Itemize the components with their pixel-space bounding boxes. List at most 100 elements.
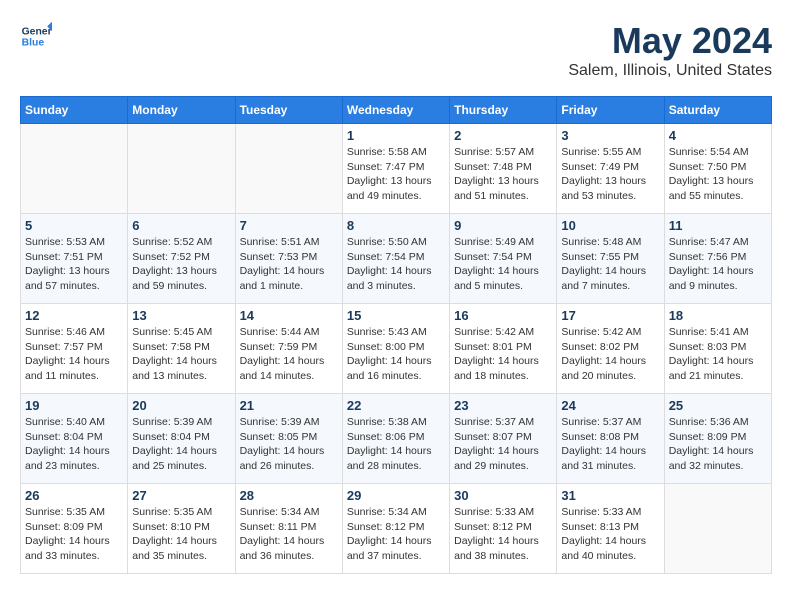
day-info: Sunrise: 5:42 AM Sunset: 8:01 PM Dayligh… xyxy=(454,325,552,384)
calendar-cell: 23 Sunrise: 5:37 AM Sunset: 8:07 PM Dayli… xyxy=(450,394,557,484)
calendar-cell: 13Sunrise: 5:45 AM Sunset: 7:58 PM Dayli… xyxy=(128,304,235,394)
day-number: 20 xyxy=(132,398,230,413)
day-info: Sunrise: 5:39 AM Sunset: 8:05 PM Dayligh… xyxy=(240,415,338,474)
day-number: 10 xyxy=(561,218,659,233)
calendar-cell: 2 Sunrise: 5:57 AM Sunset: 7:48 PM Daylig… xyxy=(450,124,557,214)
day-info: Sunrise: 5:54 AM Sunset: 7:50 PM Dayligh… xyxy=(669,145,767,204)
day-number: 7 xyxy=(240,218,338,233)
day-number: 12 xyxy=(25,308,123,323)
day-info: Sunrise: 5:33 AM Sunset: 8:12 PM Dayligh… xyxy=(454,505,552,564)
calendar-cell: 7 Sunrise: 5:51 AM Sunset: 7:53 PM Daylig… xyxy=(235,214,342,304)
day-info: Sunrise: 5:36 AM Sunset: 8:09 PM Dayligh… xyxy=(669,415,767,474)
calendar-cell: 1Sunrise: 5:58 AM Sunset: 7:47 PM Daylig… xyxy=(342,124,449,214)
calendar-week-row: 19 Sunrise: 5:40 AM Sunset: 8:04 PM Dayli… xyxy=(21,394,772,484)
day-number: 17 xyxy=(561,308,659,323)
calendar-cell: 4 Sunrise: 5:54 AM Sunset: 7:50 PM Daylig… xyxy=(664,124,771,214)
calendar-cell: 16 Sunrise: 5:42 AM Sunset: 8:01 PM Dayli… xyxy=(450,304,557,394)
calendar-cell: 22 Sunrise: 5:38 AM Sunset: 8:06 PM Dayli… xyxy=(342,394,449,484)
day-info: Sunrise: 5:41 AM Sunset: 8:03 PM Dayligh… xyxy=(669,325,767,384)
calendar-cell: 12Sunrise: 5:46 AM Sunset: 7:57 PM Dayli… xyxy=(21,304,128,394)
calendar-week-row: 26 Sunrise: 5:35 AM Sunset: 8:09 PM Dayli… xyxy=(21,484,772,574)
day-info: Sunrise: 5:53 AM Sunset: 7:51 PM Dayligh… xyxy=(25,235,123,294)
weekday-header-saturday: Saturday xyxy=(664,97,771,124)
calendar-cell: 14 Sunrise: 5:44 AM Sunset: 7:59 PM Dayli… xyxy=(235,304,342,394)
day-info: Sunrise: 5:34 AM Sunset: 8:12 PM Dayligh… xyxy=(347,505,445,564)
page-subtitle: Salem, Illinois, United States xyxy=(568,62,772,80)
day-info: Sunrise: 5:49 AM Sunset: 7:54 PM Dayligh… xyxy=(454,235,552,294)
page-title: May 2024 xyxy=(568,20,772,62)
day-number: 13 xyxy=(132,308,230,323)
calendar-table: SundayMondayTuesdayWednesdayThursdayFrid… xyxy=(20,96,772,574)
page-header: General Blue May 2024 Salem, Illinois, U… xyxy=(20,20,772,80)
day-number: 14 xyxy=(240,308,338,323)
day-number: 25 xyxy=(669,398,767,413)
day-number: 19 xyxy=(25,398,123,413)
day-number: 22 xyxy=(347,398,445,413)
day-number: 23 xyxy=(454,398,552,413)
logo: General Blue xyxy=(20,20,52,52)
logo-icon: General Blue xyxy=(20,20,52,52)
day-number: 30 xyxy=(454,488,552,503)
svg-text:General: General xyxy=(22,26,52,37)
calendar-cell: 15 Sunrise: 5:43 AM Sunset: 8:00 PM Dayli… xyxy=(342,304,449,394)
day-info: Sunrise: 5:55 AM Sunset: 7:49 PM Dayligh… xyxy=(561,145,659,204)
calendar-cell: 30 Sunrise: 5:33 AM Sunset: 8:12 PM Dayli… xyxy=(450,484,557,574)
calendar-cell: 28Sunrise: 5:34 AM Sunset: 8:11 PM Dayli… xyxy=(235,484,342,574)
day-number: 16 xyxy=(454,308,552,323)
day-number: 27 xyxy=(132,488,230,503)
weekday-header-friday: Friday xyxy=(557,97,664,124)
day-number: 28 xyxy=(240,488,338,503)
day-number: 18 xyxy=(669,308,767,323)
day-info: Sunrise: 5:43 AM Sunset: 8:00 PM Dayligh… xyxy=(347,325,445,384)
day-number: 15 xyxy=(347,308,445,323)
day-number: 2 xyxy=(454,128,552,143)
title-block: May 2024 Salem, Illinois, United States xyxy=(568,20,772,80)
day-number: 3 xyxy=(561,128,659,143)
calendar-cell xyxy=(235,124,342,214)
calendar-header-row: SundayMondayTuesdayWednesdayThursdayFrid… xyxy=(21,97,772,124)
calendar-cell: 17 Sunrise: 5:42 AM Sunset: 8:02 PM Dayli… xyxy=(557,304,664,394)
calendar-cell: 10Sunrise: 5:48 AM Sunset: 7:55 PM Dayli… xyxy=(557,214,664,304)
calendar-week-row: 5 Sunrise: 5:53 AM Sunset: 7:51 PM Daylig… xyxy=(21,214,772,304)
calendar-cell xyxy=(664,484,771,574)
day-info: Sunrise: 5:35 AM Sunset: 8:10 PM Dayligh… xyxy=(132,505,230,564)
calendar-cell: 9Sunrise: 5:49 AM Sunset: 7:54 PM Daylig… xyxy=(450,214,557,304)
calendar-cell: 8Sunrise: 5:50 AM Sunset: 7:54 PM Daylig… xyxy=(342,214,449,304)
weekday-header-sunday: Sunday xyxy=(21,97,128,124)
day-number: 6 xyxy=(132,218,230,233)
calendar-cell: 31 Sunrise: 5:33 AM Sunset: 8:13 PM Dayli… xyxy=(557,484,664,574)
day-info: Sunrise: 5:37 AM Sunset: 8:08 PM Dayligh… xyxy=(561,415,659,474)
calendar-cell: 20Sunrise: 5:39 AM Sunset: 8:04 PM Dayli… xyxy=(128,394,235,484)
day-info: Sunrise: 5:37 AM Sunset: 8:07 PM Dayligh… xyxy=(454,415,552,474)
calendar-cell: 29 Sunrise: 5:34 AM Sunset: 8:12 PM Dayli… xyxy=(342,484,449,574)
svg-text:Blue: Blue xyxy=(22,38,45,49)
calendar-cell xyxy=(21,124,128,214)
day-info: Sunrise: 5:52 AM Sunset: 7:52 PM Dayligh… xyxy=(132,235,230,294)
day-info: Sunrise: 5:51 AM Sunset: 7:53 PM Dayligh… xyxy=(240,235,338,294)
day-info: Sunrise: 5:35 AM Sunset: 8:09 PM Dayligh… xyxy=(25,505,123,564)
day-number: 4 xyxy=(669,128,767,143)
day-info: Sunrise: 5:57 AM Sunset: 7:48 PM Dayligh… xyxy=(454,145,552,204)
day-number: 8 xyxy=(347,218,445,233)
calendar-cell: 24Sunrise: 5:37 AM Sunset: 8:08 PM Dayli… xyxy=(557,394,664,484)
day-info: Sunrise: 5:47 AM Sunset: 7:56 PM Dayligh… xyxy=(669,235,767,294)
calendar-cell: 5 Sunrise: 5:53 AM Sunset: 7:51 PM Daylig… xyxy=(21,214,128,304)
day-info: Sunrise: 5:44 AM Sunset: 7:59 PM Dayligh… xyxy=(240,325,338,384)
day-number: 1 xyxy=(347,128,445,143)
day-number: 26 xyxy=(25,488,123,503)
day-info: Sunrise: 5:33 AM Sunset: 8:13 PM Dayligh… xyxy=(561,505,659,564)
day-info: Sunrise: 5:42 AM Sunset: 8:02 PM Dayligh… xyxy=(561,325,659,384)
calendar-cell: 6 Sunrise: 5:52 AM Sunset: 7:52 PM Daylig… xyxy=(128,214,235,304)
calendar-cell: 18 Sunrise: 5:41 AM Sunset: 8:03 PM Dayli… xyxy=(664,304,771,394)
day-info: Sunrise: 5:38 AM Sunset: 8:06 PM Dayligh… xyxy=(347,415,445,474)
calendar-cell: 27 Sunrise: 5:35 AM Sunset: 8:10 PM Dayli… xyxy=(128,484,235,574)
day-info: Sunrise: 5:40 AM Sunset: 8:04 PM Dayligh… xyxy=(25,415,123,474)
day-number: 21 xyxy=(240,398,338,413)
calendar-cell: 19 Sunrise: 5:40 AM Sunset: 8:04 PM Dayli… xyxy=(21,394,128,484)
calendar-cell: 26 Sunrise: 5:35 AM Sunset: 8:09 PM Dayli… xyxy=(21,484,128,574)
calendar-cell xyxy=(128,124,235,214)
day-number: 31 xyxy=(561,488,659,503)
weekday-header-tuesday: Tuesday xyxy=(235,97,342,124)
day-number: 29 xyxy=(347,488,445,503)
day-number: 5 xyxy=(25,218,123,233)
